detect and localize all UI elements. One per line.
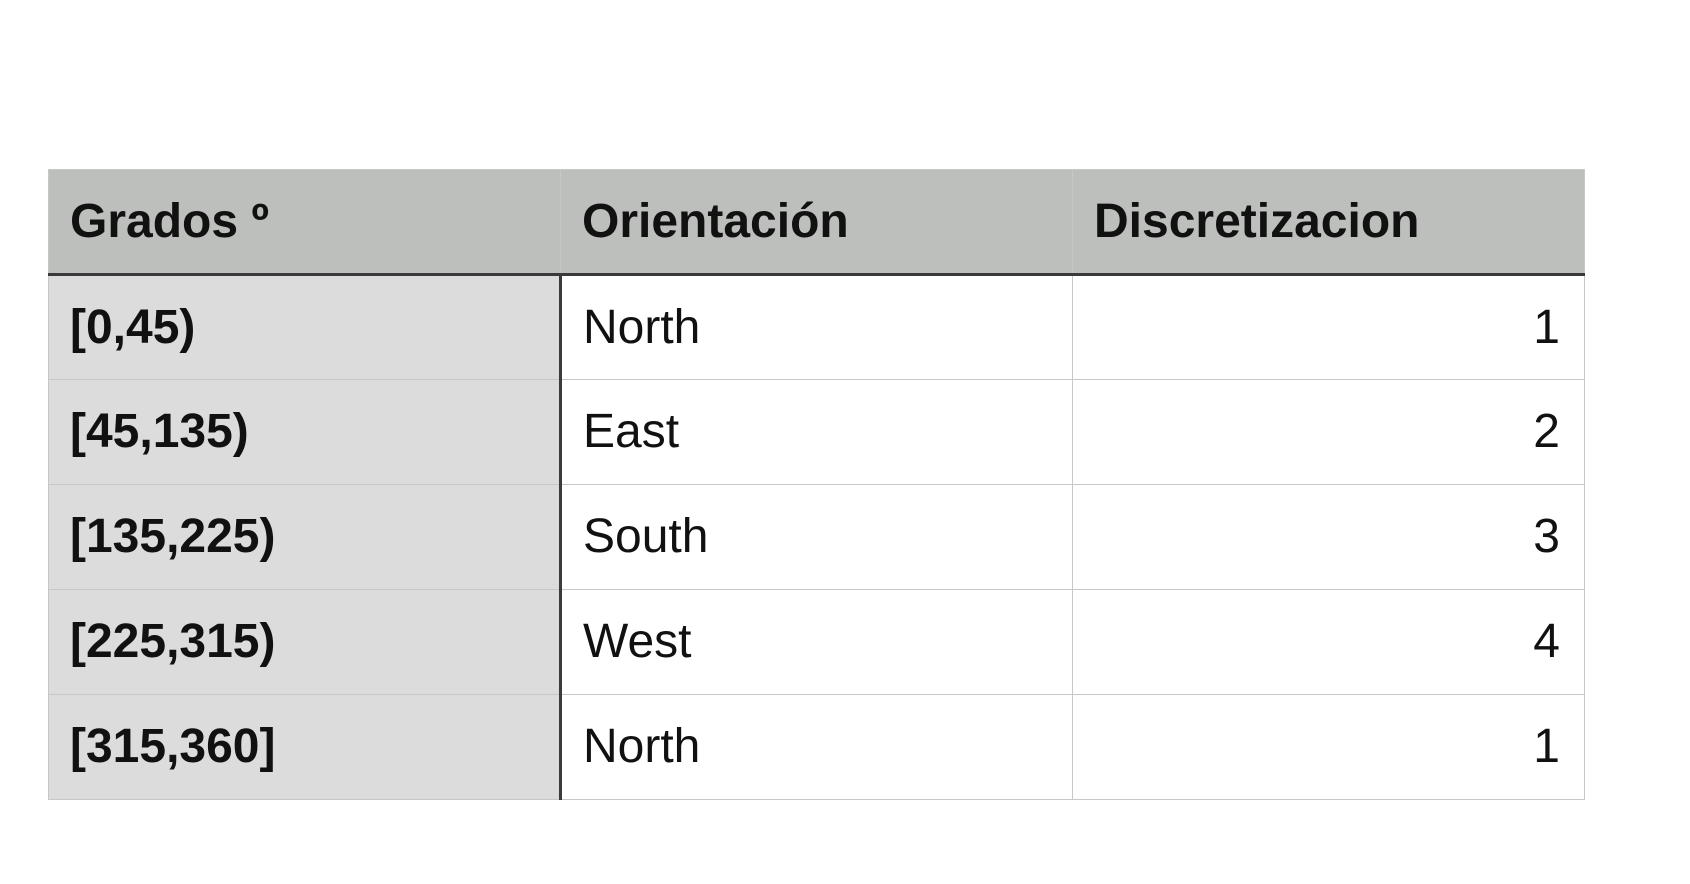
discretizacion-cell: 1: [1072, 694, 1585, 800]
orientacion-cell: West: [560, 589, 1073, 695]
header-orientacion: Orientación: [560, 169, 1073, 276]
orientacion-cell: North: [560, 274, 1073, 380]
table-row: [0,45) North 1: [48, 274, 1585, 380]
table-body: [0,45) North 1 [45,135) East 2 [135,225)…: [48, 274, 1585, 800]
orientacion-cell: North: [560, 694, 1073, 800]
grados-cell: [225,315): [48, 589, 562, 695]
discretizacion-cell: 3: [1072, 484, 1585, 590]
grados-cell: [135,225): [48, 484, 562, 590]
discretizacion-cell: 1: [1072, 274, 1585, 380]
table-row: [45,135) East 2: [48, 379, 1585, 485]
table-row: [315,360] North 1: [48, 694, 1585, 800]
table-header: Grados º Orientación Discretizacion: [48, 169, 1585, 276]
discretizacion-cell: 2: [1072, 379, 1585, 485]
table-row: [225,315) West 4: [48, 589, 1585, 695]
grados-cell: [45,135): [48, 379, 562, 485]
header-row: Grados º Orientación Discretizacion: [48, 169, 1585, 276]
orientacion-cell: East: [560, 379, 1073, 485]
table-row: [135,225) South 3: [48, 484, 1585, 590]
header-discretizacion: Discretizacion: [1072, 169, 1585, 276]
data-table-container: Grados º Orientación Discretizacion [0,4…: [48, 169, 1585, 800]
grados-cell: [315,360]: [48, 694, 562, 800]
discretizacion-cell: 4: [1072, 589, 1585, 695]
orientation-table: Grados º Orientación Discretizacion [0,4…: [48, 169, 1585, 800]
orientacion-cell: South: [560, 484, 1073, 590]
grados-cell: [0,45): [48, 274, 562, 380]
header-grados: Grados º: [48, 169, 561, 276]
